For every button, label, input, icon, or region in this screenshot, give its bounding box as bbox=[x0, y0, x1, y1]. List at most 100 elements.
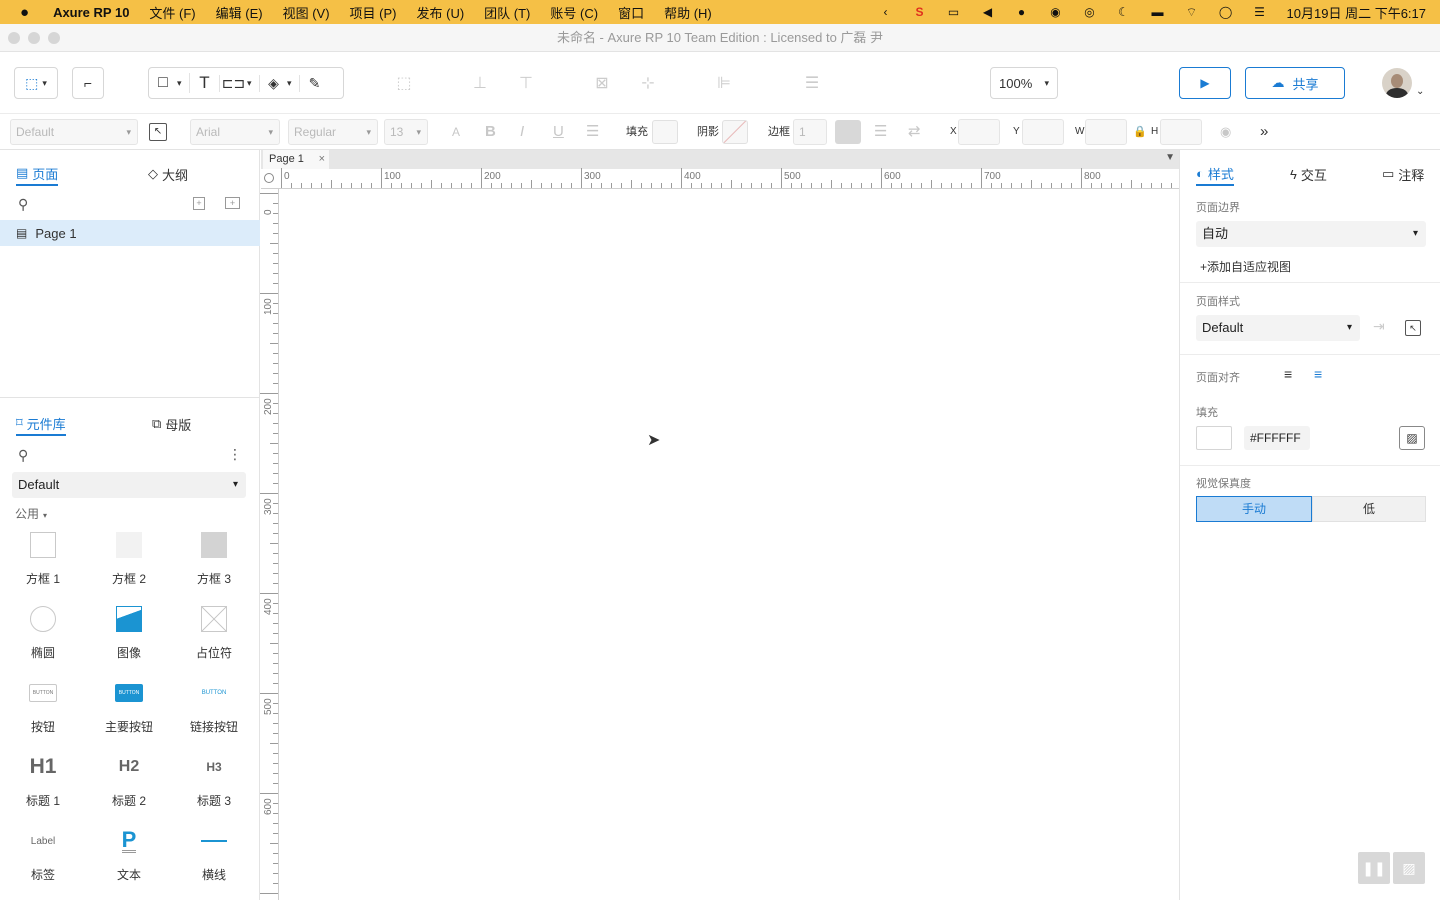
list-icon[interactable]: ☰ bbox=[586, 114, 599, 150]
minimize-window-button[interactable] bbox=[28, 32, 40, 44]
pen-tool-icon[interactable]: ✎ bbox=[299, 74, 329, 92]
add-page-icon[interactable]: + bbox=[193, 197, 205, 210]
search-icon[interactable]: ⚲ bbox=[18, 447, 28, 464]
share-button[interactable]: ☁ 共享 bbox=[1245, 67, 1345, 99]
style-edit-icon[interactable]: ↖ bbox=[149, 123, 167, 141]
widget-heading3[interactable]: H3 标题 3 bbox=[171, 750, 257, 809]
fidelity-low-button[interactable]: 低 bbox=[1312, 496, 1426, 522]
tab-interactions[interactable]: ϟ 交互 bbox=[1290, 162, 1327, 186]
widget-box1[interactable]: 方框 1 bbox=[0, 528, 86, 587]
menu-publish[interactable]: 发布 (U) bbox=[407, 3, 475, 22]
ruler-origin-icon[interactable] bbox=[264, 173, 274, 183]
s-app-icon[interactable]: S bbox=[909, 5, 931, 19]
widget-box2[interactable]: 方框 2 bbox=[86, 528, 172, 587]
close-window-button[interactable] bbox=[8, 32, 20, 44]
visibility-icon[interactable]: ◉ bbox=[1220, 114, 1231, 150]
fill-color-swatch[interactable] bbox=[1196, 426, 1232, 450]
hotspot-tool-icon[interactable]: ⊏⊐ bbox=[219, 74, 247, 92]
shadow-swatch[interactable] bbox=[722, 120, 748, 144]
page-item[interactable]: ▤ Page 1 bbox=[0, 220, 260, 246]
menu-help[interactable]: 帮助 (H) bbox=[654, 3, 722, 22]
library-select[interactable]: Default ▾ bbox=[12, 472, 246, 498]
preview-button[interactable]: ▶ bbox=[1179, 67, 1231, 99]
tab-outline[interactable]: ◇ 大纲 bbox=[148, 162, 188, 186]
menu-project[interactable]: 项目 (P) bbox=[340, 3, 407, 22]
text-tool-icon[interactable]: T bbox=[189, 73, 219, 93]
fill-hex-input[interactable]: #FFFFFF bbox=[1244, 426, 1310, 450]
page-tab[interactable]: Page 1 × bbox=[263, 150, 329, 169]
bold-icon[interactable]: B bbox=[485, 114, 496, 150]
chevron-down-icon[interactable]: ⌄ bbox=[1416, 86, 1424, 97]
border-style-icon[interactable]: ☰ bbox=[874, 114, 887, 150]
font-select[interactable]: Arial ▾ bbox=[190, 119, 280, 145]
search-icon[interactable]: ⚲ bbox=[18, 196, 28, 213]
border-color-swatch[interactable] bbox=[835, 120, 861, 144]
pause-icon[interactable]: ❚❚ bbox=[1358, 852, 1390, 884]
w-input[interactable] bbox=[1085, 119, 1127, 145]
page-style-select[interactable]: Default ▾ bbox=[1196, 315, 1360, 341]
volume-icon[interactable]: ◀ bbox=[977, 5, 999, 19]
widget-link-button[interactable]: BUTTON 链接按钮 bbox=[171, 676, 257, 735]
underline-icon[interactable]: U bbox=[553, 114, 564, 150]
wifi-icon[interactable]: ⌔ bbox=[1181, 5, 1203, 19]
qq-icon[interactable]: ● bbox=[1011, 5, 1033, 19]
menu-team[interactable]: 团队 (T) bbox=[474, 3, 540, 22]
tab-pages[interactable]: ▤ 页面 bbox=[16, 162, 59, 186]
widget-placeholder[interactable]: 占位符 bbox=[171, 602, 257, 661]
ungroup-icon[interactable]: ⊹ bbox=[634, 69, 662, 97]
avatar[interactable] bbox=[1382, 68, 1412, 98]
widget-image[interactable]: 图像 bbox=[86, 602, 172, 661]
add-folder-icon[interactable]: + bbox=[225, 197, 240, 209]
border-width-input[interactable]: 1 bbox=[793, 119, 827, 145]
widget-box3[interactable]: 方框 3 bbox=[171, 528, 257, 587]
widget-heading2[interactable]: H2 标题 2 bbox=[86, 750, 172, 809]
widget-hline[interactable]: 横线 bbox=[171, 824, 257, 883]
group-icon[interactable]: ⬚ bbox=[390, 69, 418, 97]
menu-edit[interactable]: 编辑 (E) bbox=[206, 3, 273, 22]
edit-style-icon[interactable]: ↖ bbox=[1405, 320, 1421, 336]
align-left-icon[interactable]: ≡ bbox=[1284, 366, 1292, 382]
menu-view[interactable]: 视图 (V) bbox=[273, 3, 340, 22]
widget-label-item[interactable]: Label 标签 bbox=[0, 824, 86, 883]
connector-button[interactable]: ⌐ bbox=[72, 67, 104, 99]
align-left-icon[interactable]: ⊫ bbox=[710, 69, 738, 97]
display-icon[interactable]: ▭ bbox=[943, 5, 965, 19]
chevron-down-icon[interactable]: ▾ bbox=[177, 78, 189, 89]
fill-image-icon[interactable]: ▨ bbox=[1399, 426, 1425, 450]
more-vertical-icon[interactable]: ⋮ bbox=[228, 446, 242, 463]
widget-text[interactable]: P 文本 bbox=[86, 824, 172, 883]
moon-icon[interactable]: ☾ bbox=[1113, 5, 1135, 19]
control-center-icon[interactable]: ☰ bbox=[1249, 5, 1271, 19]
more-icon[interactable]: » bbox=[1260, 114, 1268, 150]
image-view-icon[interactable]: ▨ bbox=[1393, 852, 1425, 884]
layers-tool-icon[interactable]: ◈ bbox=[259, 74, 287, 92]
tab-library[interactable]: ⌑ 元件库 bbox=[16, 412, 66, 436]
close-icon[interactable]: × bbox=[319, 150, 325, 169]
font-size-select[interactable]: 13 ▾ bbox=[384, 119, 428, 145]
fill-color-swatch[interactable] bbox=[652, 120, 678, 144]
fidelity-manual-button[interactable]: 手动 bbox=[1196, 496, 1312, 522]
distribute-icon[interactable]: ⊠ bbox=[588, 69, 616, 97]
chat-icon[interactable]: ◎ bbox=[1079, 5, 1101, 19]
zoom-window-button[interactable] bbox=[48, 32, 60, 44]
italic-icon[interactable]: I bbox=[520, 114, 524, 150]
menu-window[interactable]: 窗口 bbox=[608, 3, 654, 22]
style-select[interactable]: Default ▾ bbox=[10, 119, 138, 145]
align-center-icon[interactable]: ≡ bbox=[1314, 366, 1322, 382]
page-dimensions-select[interactable]: 自动 ▾ bbox=[1196, 221, 1426, 247]
clock[interactable]: 10月19日 周二 下午6:17 bbox=[1277, 3, 1440, 22]
chevron-down-icon[interactable]: ▾ bbox=[247, 78, 259, 89]
apple-icon[interactable]: ● bbox=[0, 4, 39, 21]
arrow-style-icon[interactable]: ⇄ bbox=[908, 114, 921, 150]
h-input[interactable] bbox=[1160, 119, 1202, 145]
wechat-icon[interactable]: ◉ bbox=[1045, 5, 1067, 19]
lock-icon[interactable]: 🔒 bbox=[1133, 114, 1147, 150]
select-mode-button[interactable]: ⬚ ▾ bbox=[14, 67, 58, 99]
widget-button[interactable]: BUTTON 按钮 bbox=[0, 676, 86, 735]
tab-masters[interactable]: ⧉ 母版 bbox=[152, 412, 191, 436]
tab-notes[interactable]: ▭ 注释 bbox=[1382, 162, 1424, 186]
font-weight-select[interactable]: Regular ▾ bbox=[288, 119, 378, 145]
tab-style[interactable]: ◐ 样式 bbox=[1196, 162, 1234, 186]
widget-primary-button[interactable]: BUTTON 主要按钮 bbox=[86, 676, 172, 735]
y-input[interactable] bbox=[1022, 119, 1064, 145]
